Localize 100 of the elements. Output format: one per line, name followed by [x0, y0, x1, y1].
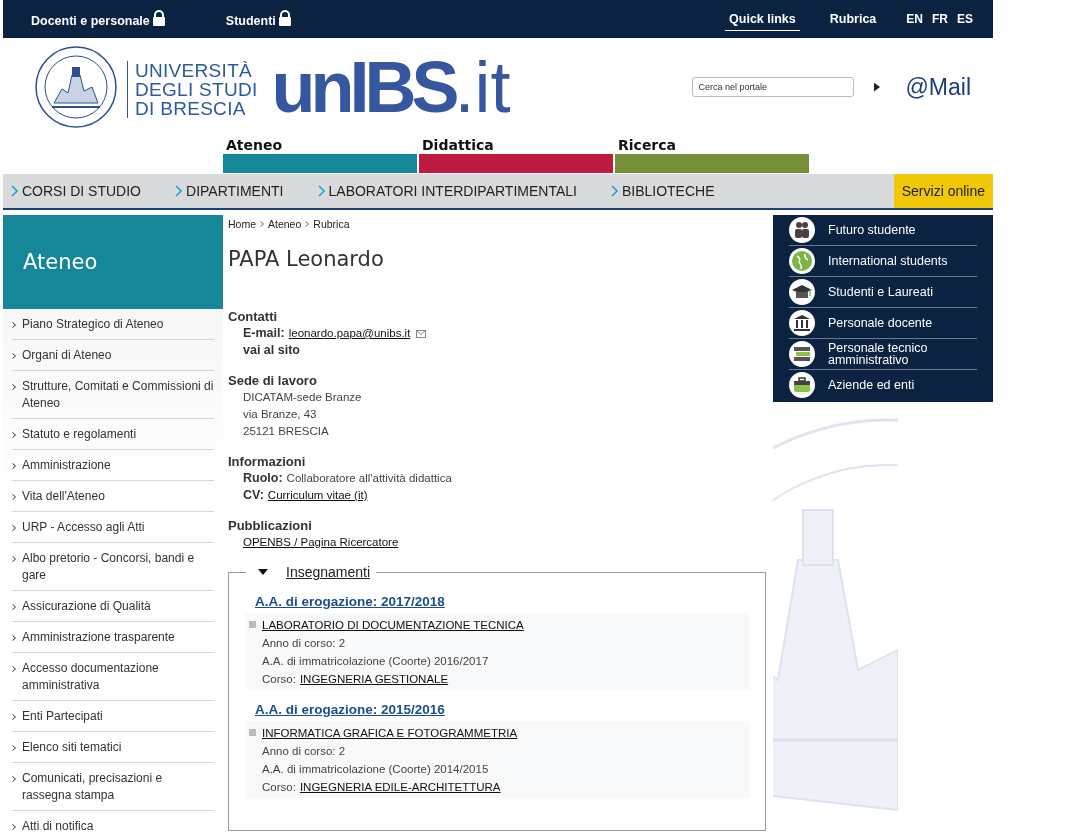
sidebar-item[interactable]: Assicurazione di Qualità	[12, 591, 214, 622]
chevron-icon	[12, 823, 16, 830]
sidebar-item[interactable]: Piano Strategico di Ateneo	[12, 309, 214, 340]
chevron-icon	[12, 713, 16, 720]
address-line: via Branze, 43	[242, 407, 318, 422]
course-link[interactable]: LABORATORIO DI DOCUMENTAZIONE TECNICA	[262, 619, 524, 631]
quick-link[interactable]: Aziende ed enti	[789, 370, 977, 402]
course-cohort: A.A. di immatricolazione (Coorte) 2014/2015	[262, 762, 490, 777]
chevron-icon	[12, 493, 16, 500]
sidebar-item[interactable]: Accesso documentazione amministrativa	[12, 653, 214, 701]
teaching-toggle[interactable]: Insegnamenti	[286, 564, 371, 580]
chevron-icon	[175, 185, 182, 197]
bullet-icon	[249, 621, 256, 628]
quick-link[interactable]: Futuro studente	[789, 215, 977, 246]
search-field[interactable]: Cerca nel portale	[692, 77, 855, 97]
academic-year-link[interactable]: A.A. di erogazione: 2017/2018	[255, 594, 750, 609]
language-link[interactable]: FR	[932, 12, 948, 26]
people-icon	[789, 217, 815, 243]
lock-icon	[277, 10, 292, 26]
sidebar-item[interactable]: Atti di notifica	[12, 811, 214, 837]
breadcrumb-link[interactable]: Home	[228, 218, 256, 230]
chevron-icon	[12, 383, 16, 390]
section-tab[interactable]: Ricerca	[615, 136, 809, 173]
academic-year-link[interactable]: A.A. di erogazione: 2015/2016	[255, 702, 750, 717]
nav-item[interactable]: CORSI DI STUDIO	[3, 183, 157, 199]
chevron-icon	[12, 462, 16, 469]
breadcrumb-link[interactable]: Rubrica	[313, 218, 350, 230]
email-link[interactable]: leonardo.papa@unibs.it	[288, 325, 411, 342]
sidebar-item[interactable]: Amministrazione trasparente	[12, 622, 214, 653]
chevron-icon	[260, 221, 264, 227]
language-link[interactable]: ES	[957, 12, 973, 26]
top-link[interactable]: Rubrica	[825, 8, 881, 30]
quick-link[interactable]: Personale tecnico amministrativo	[789, 339, 977, 370]
university-name-line: DEGLI STUDI	[135, 79, 258, 99]
sidebar-item[interactable]: Organi di Ateneo	[12, 340, 214, 371]
degree-link[interactable]: INGEGNERIA GESTIONALE	[299, 670, 449, 688]
binders-icon	[789, 341, 815, 367]
course-year: Anno di corso: 2	[262, 744, 347, 759]
section-tab[interactable]: Ateneo	[223, 136, 417, 173]
site-logo[interactable]: unIBS.it	[271, 51, 511, 123]
chevron-icon	[610, 185, 618, 197]
section-heading: Pubblicazioni	[228, 517, 313, 534]
services-button[interactable]: Servizi online	[893, 174, 993, 208]
cv-link[interactable]: Curriculum vitae (it)	[267, 487, 368, 504]
chevron-icon	[12, 775, 16, 782]
sidebar-item[interactable]: Comunicati, precisazioni e rassegna stampa	[12, 763, 214, 811]
section-heading: Sede di lavoro	[228, 372, 318, 389]
nav-item[interactable]: LABORATORI INTERDIPARTIMENTALI	[309, 183, 593, 199]
top-link[interactable]: Studenti	[221, 6, 296, 32]
sidebar-item[interactable]: Statuto e regolamenti	[12, 419, 214, 450]
quick-link[interactable]: International students	[789, 246, 977, 277]
chevron-icon	[11, 185, 18, 197]
field-label: Corso:	[262, 780, 296, 795]
sidebar-item[interactable]: Strutture, Comitati e Commissioni di Ateneo	[12, 371, 214, 419]
quick-link[interactable]: Studenti e Laureati	[789, 277, 977, 308]
chevron-icon	[12, 321, 16, 328]
field-value: Collaboratore all'attività didattica	[286, 471, 452, 486]
bullet-icon	[249, 729, 256, 736]
person-name: PAPA Leonardo	[228, 247, 385, 271]
section-heading: Contatti	[228, 308, 279, 325]
building-icon	[789, 310, 815, 336]
sidebar-item[interactable]: Vita dell'Ateneo	[12, 481, 214, 512]
sidebar-item[interactable]: URP - Accesso agli Atti	[12, 512, 214, 543]
envelope-icon	[416, 329, 427, 338]
arrow-icon[interactable]	[874, 82, 882, 92]
field-label: Ruolo:	[243, 470, 283, 487]
graduation-cap-icon	[789, 279, 815, 305]
nav-item[interactable]: BIBLIOTECHE	[602, 183, 731, 199]
sidebar-item[interactable]: Albo pretorio - Concorsi, bandi e gare	[12, 543, 214, 591]
field-label: E-mail:	[243, 325, 285, 342]
chevron-icon	[12, 352, 16, 359]
section-tab[interactable]: Didattica	[419, 136, 613, 173]
chevron-icon	[12, 744, 16, 751]
lock-icon	[151, 10, 166, 26]
chevron-icon	[12, 634, 16, 641]
sidebar-item[interactable]: Elenco siti tematici	[12, 732, 214, 763]
course-link[interactable]: INFORMATICA GRAFICA E FOTOGRAMMETRIA	[262, 727, 518, 739]
top-link[interactable]: Docenti e personale	[27, 6, 170, 32]
address-line: 25121 BRESCIA	[242, 424, 330, 439]
caret-icon[interactable]	[258, 569, 268, 575]
chevron-icon	[12, 524, 16, 531]
publications-link[interactable]: OPENBS / Pagina Ricercatore	[243, 536, 399, 548]
chevron-icon	[12, 555, 16, 562]
top-link[interactable]: Quick links	[725, 7, 800, 31]
university-name-line: UNIVERSITÀ	[135, 60, 254, 80]
chevron-icon	[12, 665, 16, 672]
section-heading: Informazioni	[228, 453, 307, 470]
nav-item[interactable]: DIPARTIMENTI	[167, 183, 300, 199]
chevron-icon	[12, 603, 16, 610]
sidebar-item[interactable]: Enti Partecipati	[12, 701, 214, 732]
breadcrumb-link[interactable]: Ateneo	[268, 218, 302, 230]
quick-link[interactable]: Personale docente	[789, 308, 977, 339]
site-link[interactable]: vai al sito	[243, 343, 300, 357]
degree-link[interactable]: INGEGNERIA EDILE-ARCHITETTURA	[299, 778, 501, 796]
language-link[interactable]: EN	[906, 12, 923, 26]
address-line: DICATAM-sede Branze	[242, 390, 363, 405]
mail-link[interactable]: @Mail	[905, 73, 971, 101]
sidebar-item[interactable]: Amministrazione	[12, 450, 214, 481]
course-cohort: A.A. di immatricolazione (Coorte) 2016/2017	[262, 654, 490, 669]
sidebar-title: Ateneo	[23, 250, 98, 274]
